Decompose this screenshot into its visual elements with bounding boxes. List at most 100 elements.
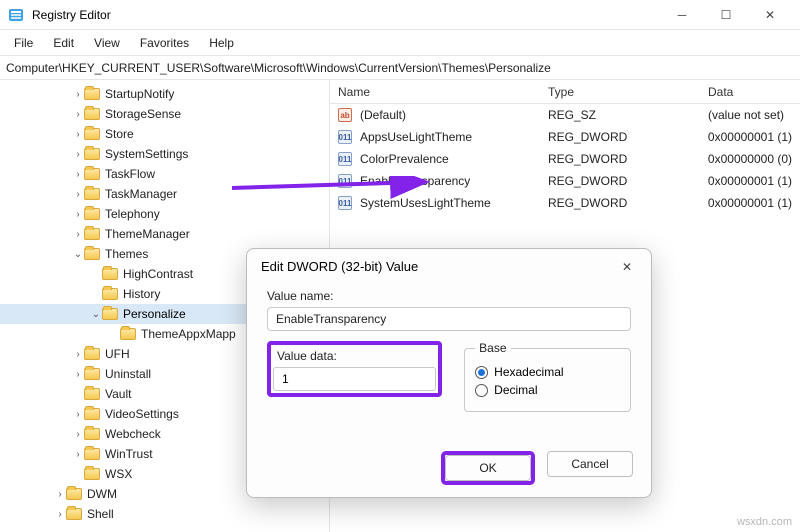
tree-item[interactable]: › StorageSense (0, 104, 329, 124)
col-header-data[interactable]: Data (700, 85, 800, 99)
maximize-button[interactable]: ☐ (704, 0, 748, 30)
tree-item-label: WSX (105, 467, 132, 481)
value-data-input[interactable] (273, 367, 436, 391)
tree-item[interactable]: › TaskFlow (0, 164, 329, 184)
cell-data: (value not set) (700, 108, 800, 122)
ok-highlight: OK (441, 451, 535, 485)
tree-item-label: Vault (105, 387, 131, 401)
cell-name: EnableTransparency (352, 174, 540, 188)
tree-item-label: Personalize (123, 307, 186, 321)
base-legend: Base (475, 341, 510, 355)
tree-item-label: Shell (87, 507, 114, 521)
folder-icon (84, 128, 100, 140)
menu-favorites[interactable]: Favorites (130, 32, 199, 54)
list-row[interactable]: 011EnableTransparencyREG_DWORD0x00000001… (330, 170, 800, 192)
menu-view[interactable]: View (84, 32, 130, 54)
address-path: Computer\HKEY_CURRENT_USER\Software\Micr… (6, 61, 551, 75)
chevron-right-icon[interactable]: › (72, 449, 84, 460)
chevron-right-icon[interactable]: › (72, 209, 84, 220)
tree-item-label: Webcheck (105, 427, 161, 441)
folder-icon (66, 508, 82, 520)
list-row[interactable]: ab(Default)REG_SZ(value not set) (330, 104, 800, 126)
cell-name: (Default) (352, 108, 540, 122)
titlebar: Registry Editor ─ ☐ ✕ (0, 0, 800, 30)
address-bar[interactable]: Computer\HKEY_CURRENT_USER\Software\Micr… (0, 56, 800, 80)
dialog-actions: OK Cancel (441, 451, 633, 485)
tree-item-label: Telephony (105, 207, 160, 221)
tree-item-label: DWM (87, 487, 117, 501)
tree-item[interactable]: ›StartupNotify (0, 84, 329, 104)
value-data-highlight: Value data: (267, 341, 442, 397)
edit-dword-dialog: Edit DWORD (32-bit) Value ✕ Value name: … (246, 248, 652, 498)
caret-spacer: · (90, 269, 102, 280)
chevron-right-icon[interactable]: › (72, 189, 84, 200)
chevron-right-icon[interactable]: › (54, 509, 66, 520)
tree-item-label: TaskFlow (105, 167, 155, 181)
list-row[interactable]: 011ColorPrevalenceREG_DWORD0x00000000 (0… (330, 148, 800, 170)
reg-binary-icon: 011 (330, 174, 352, 188)
base-fieldset: Base Hexadecimal Decimal (464, 341, 631, 412)
tree-item[interactable]: › Telephony (0, 204, 329, 224)
chevron-right-icon[interactable]: › (72, 349, 84, 360)
ok-button[interactable]: OK (445, 455, 531, 481)
minimize-button[interactable]: ─ (660, 0, 704, 30)
tree-item[interactable]: ›ThemeManager (0, 224, 329, 244)
chevron-right-icon[interactable]: › (72, 429, 84, 440)
folder-icon (102, 308, 118, 320)
chevron-right-icon[interactable]: › (72, 149, 84, 160)
tree-item-label: Uninstall (105, 367, 151, 381)
chevron-down-icon[interactable]: ⌄ (72, 249, 84, 260)
cell-data: 0x00000001 (1) (700, 196, 800, 210)
folder-icon (84, 428, 100, 440)
dialog-title: Edit DWORD (32-bit) Value (247, 249, 651, 283)
value-name-input[interactable]: EnableTransparency (267, 307, 631, 331)
tree-item-label: Themes (105, 247, 148, 261)
chevron-right-icon[interactable]: › (72, 129, 84, 140)
tree-item[interactable]: ›SystemSettings (0, 144, 329, 164)
folder-icon (84, 348, 100, 360)
chevron-right-icon[interactable]: › (72, 169, 84, 180)
menubar: File Edit View Favorites Help (0, 30, 800, 56)
folder-icon (84, 188, 100, 200)
col-header-name[interactable]: Name (330, 85, 540, 99)
folder-icon (84, 168, 100, 180)
menu-help[interactable]: Help (199, 32, 244, 54)
dialog-close-button[interactable]: ✕ (613, 255, 641, 279)
folder-icon (120, 328, 136, 340)
folder-icon (84, 148, 100, 160)
radio-decimal[interactable]: Decimal (475, 383, 620, 397)
chevron-down-icon[interactable]: ⌄ (90, 309, 102, 320)
folder-icon (84, 248, 100, 260)
chevron-right-icon[interactable]: › (72, 89, 84, 100)
tree-item[interactable]: ›TaskManager (0, 184, 329, 204)
tree-item[interactable]: › Store (0, 124, 329, 144)
chevron-right-icon[interactable]: › (72, 369, 84, 380)
app-icon (8, 7, 24, 23)
cell-type: REG_DWORD (540, 130, 700, 144)
reg-binary-icon: 011 (330, 152, 352, 166)
folder-icon (84, 368, 100, 380)
tree-item-label: StorageSense (105, 107, 181, 121)
col-header-type[interactable]: Type (540, 85, 700, 99)
value-name-label: Value name: (267, 289, 631, 303)
tree-item-label: Store (105, 127, 134, 141)
chevron-right-icon[interactable]: › (72, 409, 84, 420)
folder-icon (84, 468, 100, 480)
chevron-right-icon[interactable]: › (72, 109, 84, 120)
radio-hexadecimal[interactable]: Hexadecimal (475, 365, 620, 379)
close-button[interactable]: ✕ (748, 0, 792, 30)
list-row[interactable]: 011SystemUsesLightThemeREG_DWORD0x000000… (330, 192, 800, 214)
radio-hex-label: Hexadecimal (494, 365, 563, 379)
cell-type: REG_DWORD (540, 174, 700, 188)
radio-dec-label: Decimal (494, 383, 537, 397)
chevron-right-icon[interactable]: › (54, 489, 66, 500)
menu-file[interactable]: File (4, 32, 43, 54)
tree-item[interactable]: › Shell (0, 504, 329, 524)
list-row[interactable]: 011AppsUseLightThemeREG_DWORD0x00000001 … (330, 126, 800, 148)
list-header: Name Type Data (330, 80, 800, 104)
value-data-label: Value data: (277, 349, 436, 363)
menu-edit[interactable]: Edit (43, 32, 84, 54)
cancel-button[interactable]: Cancel (547, 451, 633, 477)
window-controls: ─ ☐ ✕ (660, 0, 792, 30)
chevron-right-icon[interactable]: › (72, 229, 84, 240)
